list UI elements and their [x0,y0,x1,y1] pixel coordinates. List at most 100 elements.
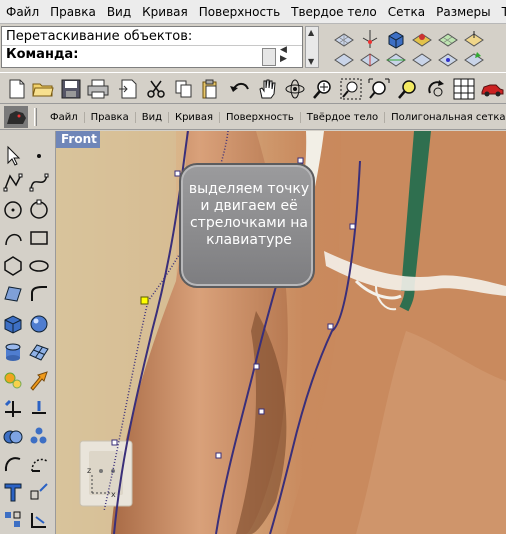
cylinder-icon[interactable] [2,341,24,363]
render-icon[interactable] [411,28,433,50]
grid-b-icon[interactable] [359,48,381,70]
menu-item[interactable]: Сетка [382,5,430,19]
arc2-icon[interactable] [2,227,24,249]
select-arrow-icon[interactable] [2,145,24,167]
import-icon[interactable] [116,77,140,101]
menu-item[interactable]: Размеры [430,5,496,19]
svg-text:z: z [87,466,91,475]
print-icon[interactable] [86,77,110,101]
polyline-icon[interactable] [2,171,24,193]
zoom-extents-icon[interactable] [367,77,391,101]
control-point[interactable] [111,439,118,446]
move-icon[interactable] [28,397,50,419]
tabs-list: Файл Правка Вид Кривая Поверхность Твёрдое те… [44,104,506,130]
boolean-icon[interactable] [2,425,24,447]
bend-icon[interactable] [2,453,24,475]
save-icon[interactable] [59,77,83,101]
copy-icon[interactable] [172,77,196,101]
rotate-view-icon[interactable] [283,77,307,101]
toolbar-tab[interactable]: Файл [44,111,85,123]
undo-icon[interactable] [228,77,252,101]
cut-icon[interactable] [144,77,168,101]
snap-plane-icon[interactable] [463,28,485,50]
polygon-icon[interactable] [2,255,24,277]
grid-plane-icon[interactable] [333,28,355,50]
ellipse-icon[interactable] [28,255,50,277]
curve-icon[interactable] [28,171,50,193]
point-icon[interactable] [28,145,50,167]
svg-text:x: x [111,490,116,499]
text-icon[interactable] [2,481,24,503]
open-folder-icon[interactable] [31,77,55,101]
analyze-icon[interactable] [28,509,50,531]
rhino-logo-icon [4,106,28,128]
cplane-icon[interactable] [359,28,381,50]
selected-control-point[interactable] [140,296,149,305]
toolbar-tab[interactable]: Правка [85,111,136,123]
view-tools [325,26,506,70]
mesh-icon[interactable] [28,341,50,363]
grid-icon[interactable] [452,77,476,101]
arc-icon[interactable] [28,199,50,221]
toolbar-grip[interactable] [34,108,37,126]
fillet-icon[interactable] [28,283,50,305]
menu-item[interactable]: Твердое тело [285,5,382,19]
control-point[interactable] [215,452,222,459]
slider-arrows-icon[interactable]: ◀ ▶ [280,46,287,64]
new-file-icon[interactable] [5,77,29,101]
grid-f-icon[interactable] [463,48,485,70]
zoom-icon[interactable] [311,77,335,101]
grid-d-icon[interactable] [411,48,433,70]
control-point[interactable] [349,223,356,230]
circle-icon[interactable] [2,199,24,221]
transform-icon[interactable] [2,369,24,391]
menu-item[interactable]: Файл [0,5,44,19]
viewport-label[interactable]: Front [56,131,100,148]
paste-icon[interactable] [198,77,222,101]
menu-item[interactable]: Трансф [496,5,506,19]
command-history: Перетаскивание объектов: [6,29,193,44]
grid-snap-icon[interactable] [2,509,24,531]
front-viewport[interactable]: z x Front выделяем точку и двигаем её ст… [56,131,506,534]
grid-e-icon[interactable] [437,48,459,70]
sphere-icon[interactable] [28,313,50,335]
curve-tool-icon[interactable] [28,453,50,475]
command-prompt[interactable]: Команда: [6,47,78,62]
grid-plane2-icon[interactable] [437,28,459,50]
command-separator [2,45,302,46]
command-scrollbar[interactable]: ▲ ▼ [305,26,319,68]
control-point[interactable] [253,363,260,370]
extend-icon[interactable] [2,397,24,419]
control-point[interactable] [258,408,265,415]
shade-box-icon[interactable] [385,28,407,50]
grid-a-icon[interactable] [333,48,355,70]
rotate-icon[interactable] [424,77,448,101]
menu-item[interactable]: Вид [101,5,136,19]
menu-item[interactable]: Поверхность [193,5,285,19]
tabs-toolbar: Файл Правка Вид Кривая Поверхность Твёрдое те… [0,104,506,130]
surface-icon[interactable] [2,283,24,305]
control-point[interactable] [327,323,334,330]
array-icon[interactable] [28,425,50,447]
zoom-window-icon[interactable] [339,77,363,101]
car-icon[interactable] [480,77,504,101]
toolbar-tab[interactable]: Вид [136,111,169,123]
toolbar-tab[interactable]: Твёрдое тело [301,111,386,123]
scroll-up-icon[interactable]: ▲ [308,28,314,37]
left-toolbar [0,131,56,534]
pan-hand-icon[interactable] [255,77,279,101]
toolbar-tab[interactable]: Кривая [169,111,220,123]
command-box[interactable]: Перетаскивание объектов: Команда: [1,26,303,68]
box-icon[interactable] [2,313,24,335]
zoom-selected-icon[interactable] [396,77,420,101]
slider-thumb[interactable] [262,48,276,66]
arrow-icon[interactable] [28,369,50,391]
toolbar-tab[interactable]: Полигональная сетка [385,112,506,123]
dim-icon[interactable] [28,481,50,503]
grid-c-icon[interactable] [385,48,407,70]
menu-item[interactable]: Кривая [136,5,193,19]
menu-item[interactable]: Правка [44,5,101,19]
rectangle-icon[interactable] [28,227,50,249]
toolbar-tab[interactable]: Поверхность [220,111,301,123]
scroll-down-icon[interactable]: ▼ [308,57,314,66]
